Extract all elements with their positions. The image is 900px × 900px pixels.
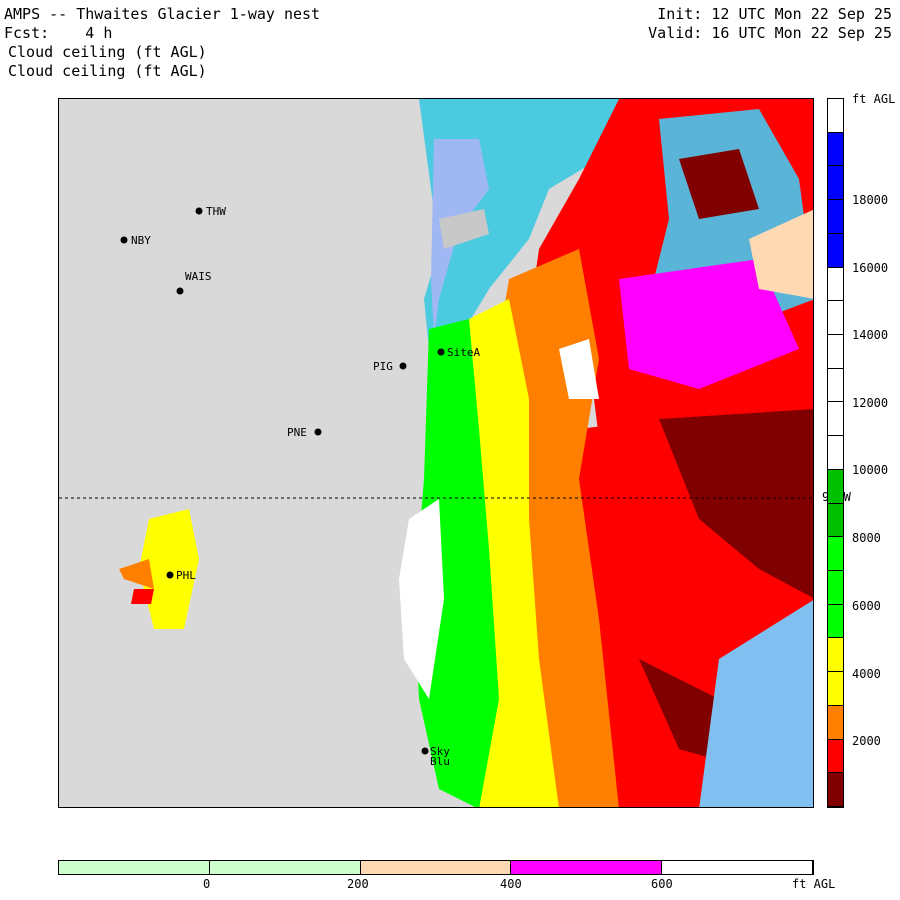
svg-text:Blu: Blu bbox=[430, 755, 450, 768]
low-bar-label: 200 bbox=[347, 877, 369, 891]
colorbar-label: 18000 bbox=[852, 193, 889, 207]
svg-text:SiteA: SiteA bbox=[447, 346, 480, 359]
colorbar-label: 14000 bbox=[852, 328, 889, 342]
colorbar-label: 4000 bbox=[852, 667, 881, 681]
colorbar-label: 16000 bbox=[852, 261, 889, 275]
colorbar-segment bbox=[828, 99, 843, 133]
svg-text:NBY: NBY bbox=[131, 234, 151, 247]
colorbar-segment bbox=[828, 571, 843, 605]
low-bar-label: 600 bbox=[651, 877, 673, 891]
colorbar-units: ft AGL bbox=[852, 92, 896, 106]
low-bar-segment bbox=[662, 861, 813, 874]
colorbar-segment bbox=[828, 200, 843, 234]
colorbar-label: 12000 bbox=[852, 396, 889, 410]
init-time: Init: 12 UTC Mon 22 Sep 25 bbox=[657, 5, 892, 23]
low-bar-segment bbox=[511, 861, 663, 874]
colorbar-segment bbox=[828, 166, 843, 201]
field-name: Cloud ceiling (ft AGL) bbox=[8, 43, 207, 61]
low-bar-units: ft AGL bbox=[792, 877, 836, 891]
forecast-hour: Fcst: 4 h bbox=[4, 24, 113, 42]
colorbar-segment bbox=[828, 267, 843, 302]
colorbar-segment bbox=[828, 469, 843, 504]
colorbar-segment bbox=[828, 705, 843, 740]
low-bar-segment bbox=[360, 861, 512, 874]
colorbar-segment bbox=[828, 233, 843, 268]
colorbar-label: 6000 bbox=[852, 599, 881, 613]
svg-text:PHL: PHL bbox=[176, 569, 196, 582]
map-field: THW NBY WAIS PIG SiteA PNE PHL SkyBlu bbox=[59, 99, 813, 807]
colorbar-segment bbox=[828, 335, 843, 369]
colorbar-segment bbox=[828, 132, 843, 167]
cloud-ceiling-map: THW NBY WAIS PIG SiteA PNE PHL Sky Blu bbox=[58, 98, 814, 808]
colorbar-label: 8000 bbox=[852, 531, 881, 545]
valid-time: Valid: 16 UTC Mon 22 Sep 25 bbox=[648, 24, 892, 42]
colorbar-segment bbox=[828, 672, 843, 706]
colorbar-segment bbox=[828, 537, 843, 571]
colorbar-segment bbox=[828, 739, 843, 774]
colorbar-segment bbox=[828, 638, 843, 673]
colorbar-segment bbox=[828, 368, 843, 403]
colorbar-segment bbox=[828, 402, 843, 437]
svg-text:THW: THW bbox=[206, 205, 226, 218]
field-name-2: Cloud ceiling (ft AGL) bbox=[8, 62, 207, 80]
low-ceiling-colorbar bbox=[58, 860, 814, 875]
low-bar-label: 400 bbox=[500, 877, 522, 891]
colorbar bbox=[827, 98, 844, 808]
plot-title: AMPS -- Thwaites Glacier 1-way nest bbox=[4, 5, 321, 23]
low-bar-segment bbox=[209, 861, 361, 874]
colorbar-segment bbox=[828, 503, 843, 538]
low-bar-segment bbox=[59, 861, 210, 874]
colorbar-segment bbox=[828, 773, 843, 807]
colorbar-label: 2000 bbox=[852, 734, 881, 748]
svg-text:PIG: PIG bbox=[373, 360, 393, 373]
svg-text:PNE: PNE bbox=[287, 426, 307, 439]
colorbar-label: 10000 bbox=[852, 463, 889, 477]
low-bar-label: 0 bbox=[203, 877, 211, 891]
colorbar-segment bbox=[828, 604, 843, 639]
colorbar-segment bbox=[828, 301, 843, 335]
colorbar-segment bbox=[828, 436, 843, 470]
svg-text:WAIS: WAIS bbox=[185, 270, 212, 283]
